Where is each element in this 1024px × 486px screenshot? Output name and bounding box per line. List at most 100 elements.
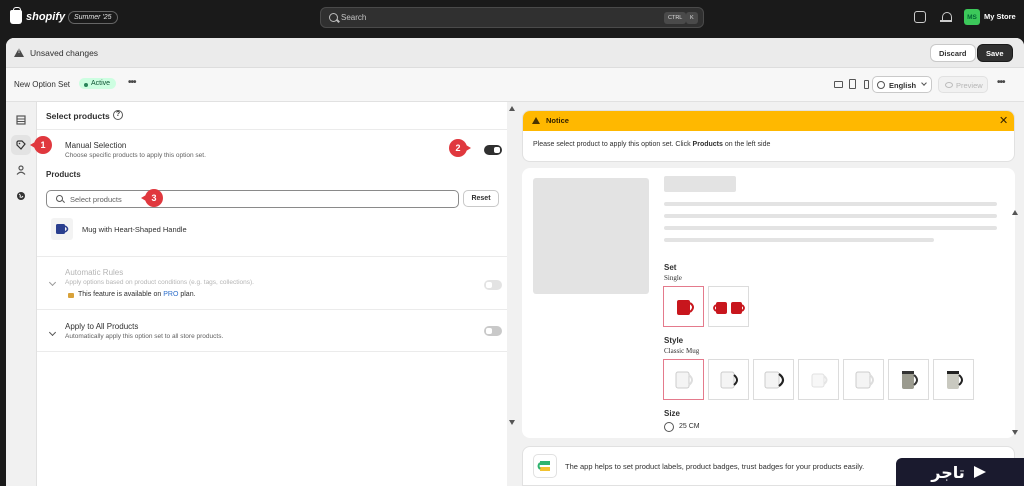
travel-mug-icon (901, 370, 918, 389)
product-preview: Set Single Style Classic Mug Size 25 CM (522, 168, 1015, 438)
globe-icon (877, 81, 885, 89)
app-logo-icon (537, 461, 550, 471)
app-logo (533, 454, 557, 478)
panel-title: Select products (46, 111, 110, 121)
manual-selection-description: Choose specific products to apply this o… (65, 152, 206, 159)
pro-plan-notice: This feature is available on PRO plan. (78, 291, 196, 298)
save-button[interactable]: Save (977, 44, 1013, 62)
set-label: Set (664, 263, 677, 272)
store-icon[interactable] (914, 11, 926, 23)
notice-message: Please select product to apply this opti… (533, 141, 771, 148)
size-value: 25 CM (679, 423, 700, 430)
callout-1: 1 (30, 136, 52, 154)
set-value: Single (664, 274, 682, 282)
rail-item-markets[interactable] (11, 186, 31, 206)
style-swatch-2[interactable] (708, 359, 749, 400)
mug-icon (56, 224, 69, 234)
white-mug-icon (811, 373, 827, 387)
close-icon[interactable]: ✕ (999, 114, 1008, 127)
shopify-logo[interactable]: shopify (10, 7, 65, 24)
callout-3: 3 (141, 189, 163, 207)
left-scroll-up[interactable] (509, 106, 515, 111)
discard-button[interactable]: Discard (930, 44, 976, 62)
brand-watermark-text: تاجر (931, 462, 965, 482)
brand-watermark: تاجر (896, 458, 1024, 486)
rail-item-customers[interactable] (11, 160, 31, 180)
edition-badge[interactable]: Summer '25 (68, 11, 118, 24)
right-scroll-down[interactable] (1012, 430, 1018, 435)
search-placeholder: Search (341, 13, 367, 22)
mobile-icon[interactable] (860, 76, 872, 92)
set-swatch-pair[interactable] (708, 286, 749, 327)
white-mug-icon (675, 371, 693, 388)
help-icon[interactable]: ? (113, 110, 123, 120)
select-products-placeholder: Select products (70, 195, 122, 204)
style-swatch-3[interactable] (753, 359, 794, 400)
style-value: Classic Mug (664, 347, 700, 355)
preview-label: Preview (956, 81, 983, 90)
automatic-rules-chevron-icon[interactable] (48, 278, 57, 287)
preview-panel: Notice ✕ Please select product to apply … (520, 110, 1018, 486)
style-swatch-4[interactable] (798, 359, 839, 400)
product-name[interactable]: Mug with Heart-Shaped Handle (82, 225, 187, 234)
desktop-icon[interactable] (832, 76, 844, 92)
language-select[interactable]: English (872, 76, 932, 93)
right-scroll-up[interactable] (1012, 210, 1018, 215)
search-icon (56, 195, 63, 202)
products-label: Products (46, 170, 81, 179)
globe-icon (17, 192, 25, 200)
layout-icon (16, 115, 26, 125)
store-name[interactable]: My Store (984, 12, 1016, 21)
automatic-rules-description: Apply options based on product condition… (65, 279, 254, 286)
page-title: New Option Set (14, 80, 71, 89)
product-thumbnail (51, 218, 73, 240)
style-swatch-7[interactable] (933, 359, 974, 400)
manual-selection-toggle[interactable] (484, 145, 502, 155)
avatar[interactable]: MS (964, 9, 980, 25)
left-scroll-down[interactable] (509, 420, 515, 425)
app-promo-text: The app helps to set product labels, pro… (565, 462, 865, 471)
apply-all-toggle[interactable] (484, 326, 502, 336)
select-products-input[interactable]: Select products (46, 190, 459, 208)
title-skeleton (664, 176, 736, 192)
notice-banner: Notice ✕ Please select product to apply … (522, 110, 1015, 162)
main-frame: Unsaved changes Discard Save New Option … (6, 38, 1024, 486)
shopify-bag-icon (10, 7, 22, 24)
style-swatch-1[interactable] (663, 359, 704, 400)
preview-button[interactable]: Preview (938, 76, 988, 93)
apply-all-chevron-icon[interactable] (48, 328, 57, 337)
unsaved-message: Unsaved changes (30, 48, 99, 58)
apply-all-title: Apply to All Products (65, 322, 139, 331)
automatic-rules-title: Automatic Rules (65, 268, 124, 277)
unsaved-changes-bar: Unsaved changes Discard Save (6, 38, 1024, 68)
style-swatch-5[interactable] (843, 359, 884, 400)
warning-icon (532, 117, 540, 124)
bell-icon[interactable] (940, 11, 952, 23)
more-actions-button[interactable]: ••• (128, 77, 136, 88)
person-icon (16, 165, 26, 175)
tablet-icon[interactable] (846, 76, 858, 92)
eye-icon (945, 82, 953, 88)
style-swatch-6[interactable] (888, 359, 929, 400)
size-label: Size (664, 409, 681, 418)
size-radio[interactable] (664, 422, 674, 432)
apply-all-description: Automatically apply this option set to a… (65, 333, 224, 340)
global-search-input[interactable]: Search CTRL K (320, 7, 704, 28)
manual-selection-title: Manual Selection (65, 141, 127, 150)
pro-plan-link[interactable]: PRO (163, 291, 178, 298)
automatic-rules-toggle (484, 280, 502, 290)
option-set-header: New Option Set Active ••• English Previe… (6, 68, 1024, 102)
preview-more-button[interactable]: ••• (997, 77, 1005, 88)
device-switcher (832, 76, 872, 94)
language-value: English (889, 81, 917, 90)
red-mug-pair-icon (712, 301, 745, 314)
rail-item-products[interactable] (11, 135, 31, 155)
search-icon (329, 13, 338, 22)
reset-button[interactable]: Reset (463, 190, 499, 207)
callout-2: 2 (449, 139, 471, 157)
set-swatch-single[interactable] (663, 286, 704, 327)
warning-icon (14, 48, 24, 57)
rail-item-layout[interactable] (11, 110, 31, 130)
product-image-placeholder (533, 178, 649, 294)
white-mug-icon (855, 371, 874, 388)
